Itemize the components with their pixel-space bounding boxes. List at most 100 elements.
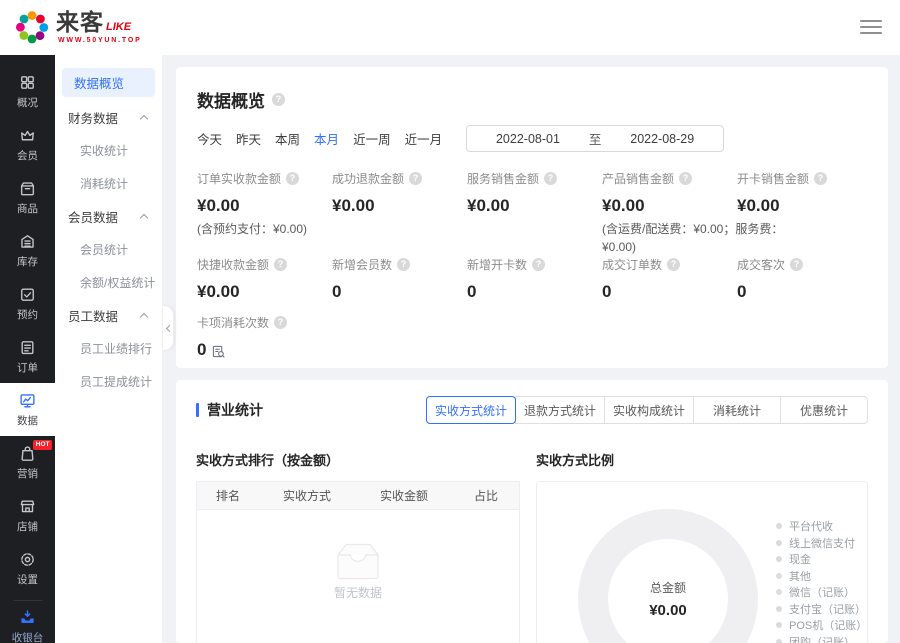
monitor-chart-icon [19, 392, 36, 409]
help-icon[interactable]: ? [679, 172, 692, 185]
filter-last-7-days[interactable]: 近一周 [353, 129, 391, 148]
filter-today[interactable]: 今天 [197, 129, 222, 148]
sidebar-item-shop[interactable]: 店铺 [0, 489, 55, 542]
submenu-item-staff-performance-rank[interactable]: 员工业绩排行 [55, 332, 162, 365]
help-icon[interactable]: ? [667, 258, 680, 271]
submenu-item-data-overview[interactable]: 数据概览 [62, 68, 155, 97]
sidebar-item-appointments[interactable]: 预约 [0, 277, 55, 330]
column-rank: 排名 [197, 487, 259, 504]
help-icon[interactable]: ? [397, 258, 410, 271]
legend-item-alipay-bookkeeping[interactable]: 支付宝（记账） [776, 601, 867, 618]
date-range-picker[interactable]: 2022-08-01 至 2022-08-29 [466, 125, 724, 152]
section-accent-bar [196, 403, 199, 417]
legend-item-other[interactable]: 其他 [776, 568, 867, 585]
help-icon[interactable]: ? [274, 258, 287, 271]
sidebar-item-products[interactable]: 商品 [0, 171, 55, 224]
hamburger-menu-icon[interactable] [860, 16, 882, 38]
warehouse-icon [19, 233, 36, 250]
legend-item-pos-bookkeeping[interactable]: POS机（记账） [776, 617, 867, 634]
tab-discount-stats[interactable]: 优惠统计 [780, 396, 868, 424]
submenu-item-balance-rights-stats[interactable]: 余额/权益统计 [55, 266, 162, 299]
chevron-up-icon [140, 214, 148, 222]
sidebar-item-marketing[interactable]: HOT 营销 [0, 436, 55, 489]
app-logo[interactable]: 来客 LIKE WWW.50YUN.TOP [13, 8, 142, 46]
main-content: 数据概览 ? 今天 昨天 本周 本月 近一周 近一月 2022-08-01 至 … [163, 55, 900, 643]
legend-item-wechat-bookkeeping[interactable]: 微信（记账） [776, 584, 867, 601]
tab-refund-method-stats[interactable]: 退款方式统计 [515, 396, 605, 424]
help-icon[interactable]: ? [544, 172, 557, 185]
sidebar-item-data[interactable]: 数据 [0, 383, 55, 436]
submenu-group-label: 员工数据 [68, 306, 118, 325]
submenu-item-staff-commission-stats[interactable]: 员工提成统计 [55, 365, 162, 398]
donut-ring [578, 509, 758, 643]
ranking-table: 排名 实收方式 实收金额 占比 暂无数据 [196, 481, 520, 643]
brand-url: WWW.50YUN.TOP [56, 37, 142, 44]
sidebar-item-orders[interactable]: 订单 [0, 330, 55, 383]
help-icon[interactable]: ? [272, 93, 285, 106]
legend-item-platform-collection[interactable]: 平台代收 [776, 518, 867, 535]
submenu-group-staff-data[interactable]: 员工数据 [55, 299, 162, 332]
help-icon[interactable]: ? [286, 172, 299, 185]
filter-yesterday[interactable]: 昨天 [236, 129, 261, 148]
filter-this-month[interactable]: 本月 [314, 129, 339, 148]
sidebar-item-overview[interactable]: 概况 [0, 65, 55, 118]
sidebar-item-settings[interactable]: 设置 [0, 542, 55, 595]
cashier-label: 收银台 [12, 630, 44, 643]
gear-icon [19, 551, 36, 568]
nav-label: 设置 [17, 572, 38, 587]
date-range-end[interactable]: 2022-08-29 [601, 132, 723, 146]
stat-new-cards: 新增开卡数? 0 [467, 256, 602, 314]
submenu-item-receipt-stats[interactable]: 实收统计 [55, 134, 162, 167]
stat-quick-payment-amount: 快捷收款金额? ¥0.00 [197, 256, 332, 314]
sidebar-item-members[interactable]: 会员 [0, 118, 55, 171]
legend-label: POS机（记账） [789, 617, 867, 633]
column-receipt-method: 实收方式 [259, 487, 355, 504]
filter-this-week[interactable]: 本周 [275, 129, 300, 148]
help-icon[interactable]: ? [532, 258, 545, 271]
donut-center-value: ¥0.00 [649, 602, 687, 619]
submenu-group-finance-data[interactable]: 财务数据 [55, 101, 162, 134]
tab-receipt-method-stats[interactable]: 实收方式统计 [426, 396, 516, 424]
submenu-item-consumption-stats[interactable]: 消耗统计 [55, 167, 162, 200]
submenu-group-member-data[interactable]: 会员数据 [55, 200, 162, 233]
tab-receipt-composition-stats[interactable]: 实收构成统计 [604, 396, 694, 424]
stat-value: ¥0.00 [332, 196, 467, 216]
nav-label: 会员 [17, 148, 38, 163]
help-icon[interactable]: ? [274, 316, 287, 329]
sidebar-collapse-handle[interactable] [163, 305, 174, 351]
legend-item-groupbuy-bookkeeping[interactable]: 团购（记账） [776, 634, 867, 643]
submenu-item-member-stats[interactable]: 会员统计 [55, 233, 162, 266]
legend-item-online-wechat-pay[interactable]: 线上微信支付 [776, 535, 867, 552]
stat-label: 开卡销售金额 [737, 170, 809, 187]
legend-item-cash[interactable]: 现金 [776, 551, 867, 568]
primary-sidebar: 概况 会员 商品 库存 [0, 55, 55, 643]
date-range-separator: 至 [589, 129, 602, 148]
filter-last-30-days[interactable]: 近一月 [405, 129, 443, 148]
sidebar-divider [13, 600, 43, 601]
help-icon[interactable]: ? [409, 172, 422, 185]
help-icon[interactable]: ? [814, 172, 827, 185]
nav-label: 库存 [17, 254, 38, 269]
stat-value: ¥0.00 [467, 196, 602, 216]
donut-center-label: 总金额 [650, 579, 686, 596]
empty-text: 暂无数据 [334, 584, 382, 601]
help-icon[interactable]: ? [790, 258, 803, 271]
submenu-group-label: 财务数据 [68, 108, 118, 127]
sidebar-item-inventory[interactable]: 库存 [0, 224, 55, 277]
cashier-button[interactable]: 收银台 [0, 606, 55, 643]
stat-new-members: 新增会员数? 0 [332, 256, 467, 314]
stat-value: ¥0.00 [197, 282, 332, 302]
nav-label: 商品 [17, 201, 38, 216]
nav-label: 概况 [17, 95, 38, 110]
nav-label: 订单 [17, 360, 38, 375]
donut-chart: 总金额 ¥0.00 [578, 509, 758, 643]
stat-value: ¥0.00 [737, 196, 872, 216]
date-filter-row: 今天 昨天 本周 本月 近一周 近一月 2022-08-01 至 2022-08… [197, 125, 868, 152]
date-range-start[interactable]: 2022-08-01 [467, 132, 589, 146]
stats-tab-group: 实收方式统计 退款方式统计 实收构成统计 消耗统计 优惠统计 [426, 396, 868, 424]
view-detail-icon[interactable] [212, 345, 225, 358]
ranking-title: 实收方式排行（按金额） [196, 450, 520, 469]
legend-label: 线上微信支付 [789, 535, 855, 551]
tab-consumption-stats[interactable]: 消耗统计 [693, 396, 781, 424]
legend-dot [776, 573, 782, 579]
